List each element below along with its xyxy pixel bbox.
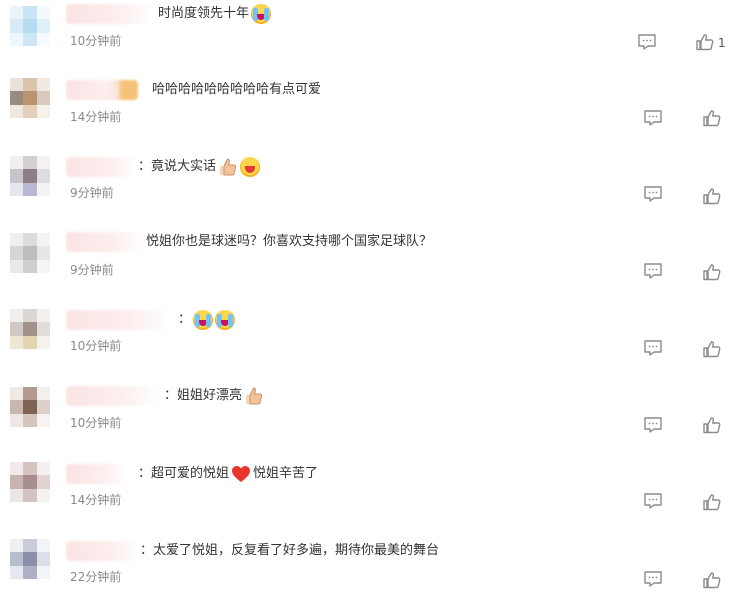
comment-text-content: ：竟说大实话 [138, 159, 217, 174]
username-blurred[interactable] [66, 464, 128, 484]
username-blurred[interactable] [66, 232, 144, 252]
avatar[interactable] [10, 309, 50, 349]
thumbs-up-outline-icon[interactable] [702, 493, 722, 511]
comment-text: ：姐姐好漂亮 [164, 386, 264, 406]
comment-reply-icon[interactable] [643, 492, 663, 510]
comment-timestamp: 22分钟前 [70, 570, 122, 584]
comment-reply-icon[interactable] [643, 339, 663, 357]
comment-text: 时尚度领先十年 [158, 4, 272, 24]
comment-text: ： [178, 310, 236, 330]
comment-timestamp: 10分钟前 [70, 339, 122, 353]
avatar[interactable] [10, 462, 50, 502]
username-blurred[interactable] [66, 386, 158, 406]
crying-face-emoji-icon [215, 310, 236, 330]
username-blurred[interactable] [66, 541, 140, 561]
comment-text-content: 悦姐你也是球迷吗？你喜欢支持哪个国家足球队？ [146, 234, 433, 249]
thumbs-up-outline-icon[interactable] [702, 109, 722, 127]
crying-face-emoji-icon [251, 4, 272, 24]
username-blurred[interactable] [66, 4, 154, 24]
avatar[interactable] [10, 233, 50, 273]
avatar[interactable] [10, 156, 50, 196]
username-blurred[interactable] [66, 80, 138, 100]
comment-reply-icon[interactable] [637, 33, 657, 51]
comment-text-content: ：太爱了悦姐，反复看了好多遍，期待你最美的舞台 [140, 543, 440, 558]
comment-reply-icon[interactable] [643, 262, 663, 280]
thumbs-up-outline-icon[interactable] [702, 187, 722, 205]
comment-reply-icon[interactable] [643, 185, 663, 203]
avatar[interactable] [10, 539, 50, 579]
thumbs-up-emoji-icon [244, 386, 264, 406]
comment-text-content: ：姐姐好漂亮 [164, 388, 243, 403]
comment-timestamp: 14分钟前 [70, 493, 122, 507]
comment-text-content: ：超可爱的悦姐 [138, 466, 230, 481]
username-blurred[interactable] [66, 157, 138, 177]
comment-text: 悦姐你也是球迷吗？你喜欢支持哪个国家足球队？ [146, 232, 432, 252]
laughing-face-emoji-icon [240, 157, 261, 177]
comment-text: ：太爱了悦姐，反复看了好多遍，期待你最美的舞台 [140, 541, 439, 561]
comment-text: ：竟说大实话 [138, 157, 261, 177]
thumbs-up-outline-icon[interactable] [695, 33, 715, 51]
thumbs-up-outline-icon[interactable] [702, 416, 722, 434]
thumbs-up-outline-icon[interactable] [702, 571, 722, 589]
comment-reply-icon[interactable] [643, 109, 663, 127]
comment-timestamp: 9分钟前 [70, 263, 114, 277]
crying-face-emoji-icon [193, 310, 214, 330]
red-heart-emoji-icon [231, 465, 251, 483]
comment-timestamp: 14分钟前 [70, 110, 122, 124]
thumbs-up-emoji-icon [218, 157, 238, 177]
comment-text: ：超可爱的悦姐 悦姐辛苦了 [138, 464, 318, 484]
like-count: 1 [718, 36, 726, 50]
comment-reply-icon[interactable] [643, 570, 663, 588]
comment-timestamp: 10分钟前 [70, 34, 122, 48]
thumbs-up-outline-icon[interactable] [702, 340, 722, 358]
comment-text-content: ： [178, 312, 192, 327]
comment-text-continuation: 悦姐辛苦了 [253, 466, 319, 481]
comment-text-content: 哈哈哈哈哈哈哈哈哈有点可爱 [152, 82, 322, 97]
comment-reply-icon[interactable] [643, 416, 663, 434]
comment-text-content: 时尚度领先十年 [158, 6, 250, 21]
comment-text: 哈哈哈哈哈哈哈哈哈有点可爱 [152, 80, 321, 100]
thumbs-up-outline-icon[interactable] [702, 263, 722, 281]
username-blurred[interactable] [66, 310, 172, 330]
avatar[interactable] [10, 6, 50, 46]
comment-timestamp: 9分钟前 [70, 186, 114, 200]
avatar[interactable] [10, 387, 50, 427]
comment-timestamp: 10分钟前 [70, 416, 122, 430]
avatar[interactable] [10, 78, 50, 118]
